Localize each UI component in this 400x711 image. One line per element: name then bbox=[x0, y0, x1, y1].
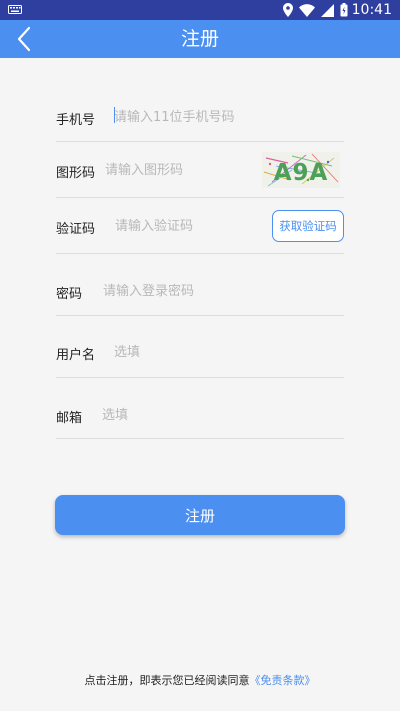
email-input[interactable] bbox=[102, 406, 302, 424]
captcha-row: 图形码 A9A bbox=[56, 142, 344, 198]
password-label: 密码 bbox=[56, 287, 83, 302]
chevron-left-icon bbox=[17, 26, 31, 52]
battery-icon bbox=[340, 3, 348, 17]
phone-input[interactable] bbox=[114, 108, 334, 126]
captcha-image[interactable]: A9A bbox=[262, 152, 340, 188]
email-row: 邮箱 bbox=[56, 378, 344, 439]
status-time: 10:41 bbox=[351, 2, 392, 18]
location-icon bbox=[283, 3, 293, 17]
captcha-label: 图形码 bbox=[56, 166, 96, 181]
terms-link[interactable]: 《免责条款》 bbox=[250, 674, 316, 687]
agreement-prefix: 点击注册，即表示您已经阅读同意 bbox=[84, 674, 250, 687]
svg-text:A9A: A9A bbox=[274, 160, 329, 186]
captcha-input[interactable] bbox=[105, 161, 245, 179]
sms-code-row: 验证码 获取验证码 bbox=[56, 198, 344, 254]
back-button[interactable] bbox=[10, 24, 38, 54]
username-input[interactable] bbox=[114, 343, 314, 361]
app-bar: 注册 bbox=[0, 20, 400, 58]
agreement-text: 点击注册，即表示您已经阅读同意《免责条款》 bbox=[0, 672, 400, 690]
keyboard-icon bbox=[8, 5, 22, 14]
username-label: 用户名 bbox=[56, 348, 96, 363]
register-button[interactable]: 注册 bbox=[55, 495, 345, 535]
status-bar: 10:41 bbox=[0, 0, 400, 20]
phone-label: 手机号 bbox=[56, 113, 96, 128]
signal-icon bbox=[321, 3, 334, 17]
phone-row: 手机号 bbox=[56, 88, 344, 142]
register-form: 手机号 图形码 A9A 验证码 获取验证码 密码 bbox=[56, 88, 344, 439]
password-input[interactable] bbox=[103, 282, 303, 300]
password-row: 密码 bbox=[56, 254, 344, 316]
sms-code-label: 验证码 bbox=[56, 222, 96, 237]
page-title: 注册 bbox=[180, 28, 219, 50]
wifi-icon bbox=[299, 3, 315, 17]
text-cursor bbox=[114, 107, 115, 123]
get-code-button[interactable]: 获取验证码 bbox=[272, 210, 344, 242]
email-label: 邮箱 bbox=[56, 411, 83, 426]
sms-code-input[interactable] bbox=[115, 217, 255, 235]
username-row: 用户名 bbox=[56, 316, 344, 378]
